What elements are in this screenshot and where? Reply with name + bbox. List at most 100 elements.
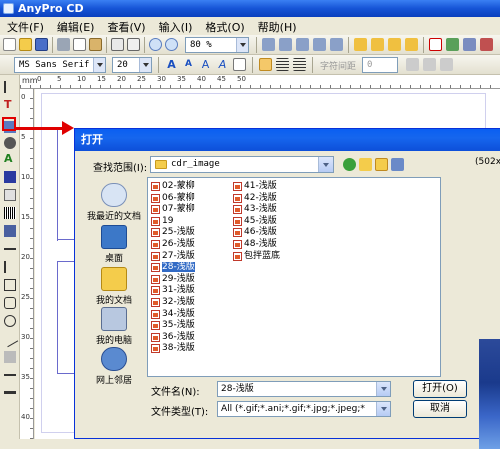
new-file-icon[interactable]: [3, 38, 16, 51]
paste-icon[interactable]: [89, 38, 102, 51]
cancel-button[interactable]: 取消: [413, 400, 467, 418]
file-item[interactable]: 06-蒙柳: [151, 193, 195, 204]
file-name: 02-蒙柳: [162, 181, 195, 191]
file-item[interactable]: 29-浅版: [151, 274, 195, 285]
text-tool-icon[interactable]: T: [4, 99, 16, 111]
file-item[interactable]: 41-浅版: [233, 181, 277, 192]
file-item[interactable]: 02-蒙柳: [151, 181, 195, 192]
file-item[interactable]: 46-浅版: [233, 227, 277, 238]
select-pointer-icon[interactable]: [4, 81, 16, 93]
file-item[interactable]: 32-浅版: [151, 297, 195, 308]
layout-icon[interactable]: [463, 38, 476, 51]
file-item[interactable]: 31-浅版: [151, 285, 195, 296]
place-network[interactable]: 网上邻居: [81, 347, 147, 386]
table-tool-icon[interactable]: [4, 189, 16, 201]
file-item[interactable]: 包拌蓝底: [233, 251, 280, 262]
align-left-icon[interactable]: [259, 58, 272, 71]
align-icon[interactable]: [330, 38, 343, 51]
cut-icon[interactable]: [57, 38, 70, 51]
line-tool-icon[interactable]: [4, 243, 16, 250]
file-item[interactable]: 48-浅版: [233, 239, 277, 250]
align-center-icon[interactable]: [276, 58, 289, 71]
file-item[interactable]: 45-浅版: [233, 216, 277, 227]
menu-insert[interactable]: 输入(I): [152, 17, 199, 35]
record-icon[interactable]: [480, 38, 493, 51]
font-name-select[interactable]: MS Sans Serif: [14, 57, 106, 73]
open-button[interactable]: 打开(O): [413, 380, 467, 398]
dash-line-icon[interactable]: [4, 369, 16, 376]
view-menu-icon[interactable]: [391, 158, 404, 171]
menu-view[interactable]: 查看(V): [100, 17, 151, 35]
font-large-icon[interactable]: A: [165, 58, 178, 71]
art-text-icon[interactable]: A: [4, 153, 16, 165]
rounded-rect-icon[interactable]: [4, 297, 16, 309]
save-icon[interactable]: [35, 38, 48, 51]
zoom-out-icon[interactable]: [165, 38, 178, 51]
pattern-icon[interactable]: [4, 351, 16, 363]
disc-tool-icon[interactable]: [4, 137, 16, 149]
file-item[interactable]: 42-浅版: [233, 193, 277, 204]
menu-edit[interactable]: 编辑(E): [50, 17, 101, 35]
zoom-select[interactable]: 80 %: [185, 37, 249, 53]
place-my-documents[interactable]: 我的文档: [81, 267, 147, 306]
zoom-in-icon[interactable]: [149, 38, 162, 51]
rotate-left-icon[interactable]: [262, 38, 275, 51]
send-backward-icon[interactable]: [371, 38, 384, 51]
file-item[interactable]: 07-蒙柳: [151, 204, 195, 215]
text-box-icon[interactable]: [233, 58, 246, 71]
bold-icon[interactable]: [406, 58, 419, 71]
file-item[interactable]: 35-浅版: [151, 320, 195, 331]
align-right-icon[interactable]: [293, 58, 306, 71]
print-preview-icon[interactable]: [127, 38, 140, 51]
font-size-select[interactable]: 20: [112, 57, 152, 73]
menu-file[interactable]: 文件(F): [0, 17, 50, 35]
grid-icon[interactable]: [446, 38, 459, 51]
file-item[interactable]: 38-浅版: [151, 343, 195, 354]
vertical-line-icon[interactable]: [4, 261, 16, 273]
fill-tool-icon[interactable]: [4, 171, 16, 183]
file-item[interactable]: 28-浅版: [151, 262, 195, 273]
place-recent[interactable]: 我最近的文档: [81, 183, 147, 222]
file-list[interactable]: 02-蒙柳 06-蒙柳 07-蒙柳 19 25-浅版 26-浅版 27-浅版 28-浅版 29-…: [147, 177, 441, 377]
send-to-back-icon[interactable]: [405, 38, 418, 51]
font-color-icon[interactable]: A: [199, 58, 212, 71]
flip-vertical-icon[interactable]: [313, 38, 326, 51]
char-spacing-input[interactable]: 0: [362, 57, 398, 73]
print-icon[interactable]: [111, 38, 124, 51]
copy-icon[interactable]: [73, 38, 86, 51]
new-folder-icon[interactable]: [375, 158, 388, 171]
diagonal-line-icon[interactable]: [1, 330, 19, 348]
filename-input[interactable]: 28-浅版: [217, 381, 391, 397]
filetype-select[interactable]: All (*.gif;*.ani;*.gif;*.jpg;*.jpeg;*: [217, 401, 391, 417]
open-folder-icon[interactable]: [19, 38, 32, 51]
place-my-computer[interactable]: 我的电脑: [81, 307, 147, 346]
rectangle-tool-icon[interactable]: [4, 279, 16, 291]
menu-format[interactable]: 格式(O): [198, 17, 250, 35]
delete-icon[interactable]: [429, 38, 442, 51]
file-item[interactable]: 25-浅版: [151, 227, 195, 238]
rotate-right-icon[interactable]: [279, 38, 292, 51]
italic-icon[interactable]: [423, 58, 436, 71]
file-item[interactable]: 19: [151, 216, 173, 227]
flip-horizontal-icon[interactable]: [296, 38, 309, 51]
layer-icon[interactable]: [4, 225, 16, 237]
barcode-icon[interactable]: [4, 207, 16, 219]
menu-help[interactable]: 帮助(H): [251, 17, 303, 35]
place-desktop[interactable]: 桌面: [81, 225, 147, 264]
file-item[interactable]: 26-浅版: [151, 239, 195, 250]
file-item[interactable]: 36-浅版: [151, 332, 195, 343]
back-icon[interactable]: [343, 158, 356, 171]
my-documents-icon: [101, 267, 127, 291]
bring-to-front-icon[interactable]: [388, 38, 401, 51]
ellipse-tool-icon[interactable]: [4, 315, 16, 327]
font-style-icon[interactable]: A: [216, 58, 229, 71]
up-folder-icon[interactable]: [359, 158, 372, 171]
thick-line-icon[interactable]: [4, 387, 16, 394]
bring-forward-icon[interactable]: [354, 38, 367, 51]
file-item[interactable]: 34-浅版: [151, 309, 195, 320]
underline-icon[interactable]: [440, 58, 453, 71]
font-small-icon[interactable]: A: [182, 58, 195, 71]
file-item[interactable]: 27-浅版: [151, 251, 195, 262]
lookin-select[interactable]: cdr_image: [150, 156, 334, 173]
file-item[interactable]: 43-浅版: [233, 204, 277, 215]
